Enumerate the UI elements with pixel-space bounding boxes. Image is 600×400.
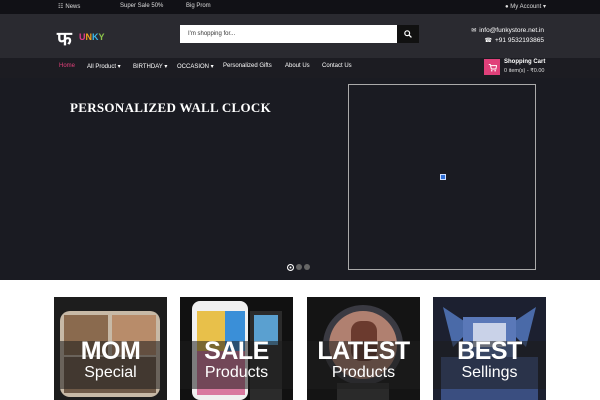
logo-mark: फ	[57, 28, 72, 50]
slider-dot-3[interactable]	[304, 264, 310, 270]
cart-summary[interactable]: 0 item(s) - ₹0.00	[504, 68, 544, 74]
nav-all-product[interactable]: All Product ▾	[87, 63, 121, 70]
user-icon: ●	[505, 4, 509, 10]
broken-image-icon	[440, 174, 446, 180]
caret-down-icon: ▾	[116, 64, 121, 70]
logo-wordmark: UNKY	[79, 32, 105, 42]
search-input[interactable]: I'm shopping for...	[180, 25, 397, 43]
top-bar: ☷ News Super Sale 50% Big Prom ● My Accou…	[0, 0, 600, 14]
my-account-label: My Account	[510, 4, 542, 10]
tile-mom-special[interactable]: MOM Special	[54, 297, 167, 400]
nav-occasion[interactable]: OCCASION ▾	[177, 63, 214, 70]
phone-text: +91 9532193865	[495, 37, 544, 44]
news-link[interactable]: ☷ News	[58, 3, 80, 10]
tile-subheading: Products	[204, 364, 269, 381]
hero-title: PERSONALIZED WALL CLOCK	[70, 100, 271, 115]
cart-title[interactable]: Shopping Cart	[504, 59, 545, 65]
tile-heading: BEST	[457, 337, 522, 365]
nav-personalized-gifts[interactable]: Personalized Gifts	[223, 63, 272, 69]
email-text: info@funkystore.net.in	[479, 27, 544, 34]
slider-dot-1[interactable]	[287, 264, 294, 271]
contact-info: ✉ info@funkystore.net.in ☎ +91 9532193865	[471, 26, 544, 46]
hero-slider: PERSONALIZED WALL CLOCK	[0, 78, 600, 280]
rss-icon: ☷	[58, 4, 64, 10]
tile-sale-products[interactable]: SALE Products	[180, 297, 293, 400]
phone-line[interactable]: ☎ +91 9532193865	[471, 36, 544, 46]
nav-about-us[interactable]: About Us	[285, 63, 310, 69]
caret-down-icon: ▾	[162, 64, 168, 70]
promo-ticker[interactable]: Big Prom	[186, 3, 211, 9]
slider-dot-2[interactable]	[296, 264, 302, 270]
caret-down-icon: ▾	[542, 4, 546, 10]
tile-latest-products[interactable]: LATEST Products	[307, 297, 420, 400]
tile-heading: SALE	[204, 337, 269, 365]
tile-subheading: Sellings	[461, 364, 518, 381]
nav-birthday[interactable]: BIRTHDAY ▾	[133, 63, 167, 70]
hero-product-image[interactable]	[348, 84, 536, 270]
slider-pagination	[287, 264, 310, 271]
envelope-icon: ✉	[471, 28, 477, 34]
nav-contact-us[interactable]: Contact Us	[322, 63, 352, 69]
tile-subheading: Special	[84, 364, 137, 381]
search-button[interactable]	[397, 25, 419, 43]
news-label: News	[65, 4, 81, 10]
tile-heading: MOM	[80, 337, 141, 365]
tile-subheading: Products	[331, 364, 396, 381]
shopping-cart-icon	[488, 63, 497, 71]
caret-down-icon: ▾	[209, 64, 214, 70]
tile-best-sellings[interactable]: BEST Sellings	[433, 297, 546, 400]
phone-icon: ☎	[484, 38, 493, 44]
my-account-menu[interactable]: ● My Account ▾	[505, 3, 546, 10]
cart-button[interactable]	[484, 59, 500, 75]
sale-ticker[interactable]: Super Sale 50%	[120, 3, 163, 9]
search-icon	[404, 30, 412, 38]
nav-home[interactable]: Home	[59, 63, 75, 69]
email-line[interactable]: ✉ info@funkystore.net.in	[471, 26, 544, 36]
tile-heading: LATEST	[317, 337, 410, 365]
